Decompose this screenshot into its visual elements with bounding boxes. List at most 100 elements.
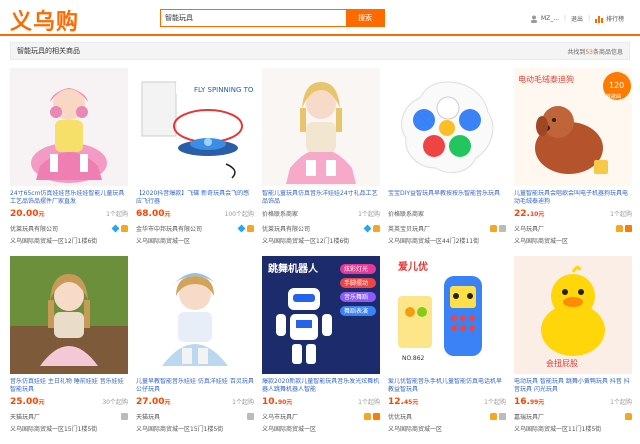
product-name[interactable]: 宝宝DIY益智玩具早教按按乐智能音乐玩具 bbox=[388, 190, 506, 206]
product-price: 12.45元 bbox=[388, 397, 418, 407]
price-value: 价格 bbox=[262, 211, 275, 218]
price-line: 25.00元 30个起购 bbox=[10, 397, 128, 407]
results-title: 智能玩具的相关商品 bbox=[17, 47, 80, 55]
product-name[interactable]: 爱儿优智能音乐手机儿童智能仿真电话机早教益智玩具 bbox=[388, 378, 506, 394]
shop-name[interactable]: 义乌玩具厂 bbox=[514, 224, 544, 233]
shop-address: 义乌国际商贸城一区44门2楼11街 bbox=[388, 238, 480, 245]
price-line: 价格联系商家 1个起购 bbox=[262, 209, 380, 218]
search-button[interactable]: 搜索 bbox=[346, 10, 384, 26]
price-unit: 联系商家 bbox=[400, 211, 425, 218]
shop-name[interactable]: 英英宝贝玩具厂 bbox=[388, 224, 430, 233]
price-line: 价格联系商家 bbox=[388, 209, 506, 218]
product-name[interactable]: 智能儿童玩具仿真音乐洋娃娃24寸礼品工艺品饰品 bbox=[262, 190, 380, 206]
product-card[interactable]: FLY SPINNING TOP 【2020抖音爆款】飞碟 新奇玩具会飞的感应飞… bbox=[136, 68, 254, 252]
product-image[interactable]: FLY SPINNING TOP bbox=[136, 68, 254, 186]
product-card[interactable]: 跳舞机器人 炫彩灯光 手脚摆动 音乐舞蹈 舞蹈表演 爆款2020新款儿童智能玩具… bbox=[262, 256, 380, 440]
product-name[interactable]: 电动玩具 智能玩具 跳舞小黄鸭玩具 抖音 抖音玩具 闪光玩具 bbox=[514, 378, 632, 394]
shop-name[interactable]: 优优玩具 bbox=[388, 412, 412, 421]
price-line: 68.00元 100个起购 bbox=[136, 209, 254, 219]
shop-name[interactable]: 优莱玩具有限公司 bbox=[262, 224, 310, 233]
badges bbox=[111, 224, 128, 233]
shop-line: 义乌玩具厂 bbox=[514, 224, 632, 233]
product-name[interactable]: 24寸65cm仿真娃娃音乐娃娃智能儿童玩具工艺品饰品摆件厂家直发 bbox=[10, 190, 128, 206]
shop-name[interactable]: 金华市中邦玩具有限公司 bbox=[136, 224, 202, 233]
product-price: 25.00元 bbox=[10, 397, 44, 407]
price-line: 10.90元 1个起购 bbox=[262, 397, 380, 407]
product-card[interactable]: 24寸65cm仿真娃娃音乐娃娃智能儿童玩具工艺品饰品摆件厂家直发 20.00元 … bbox=[10, 68, 128, 252]
product-image[interactable] bbox=[262, 68, 380, 186]
shop-address: 义乌国际商贸城一区11门1楼5街 bbox=[514, 426, 602, 433]
ranking-link[interactable]: 排行榜 bbox=[606, 14, 624, 23]
feature-label: 炫彩灯光 bbox=[344, 265, 368, 273]
product-image[interactable] bbox=[136, 256, 254, 374]
product-image[interactable] bbox=[10, 68, 128, 186]
product-image[interactable] bbox=[10, 256, 128, 374]
brand-text: 爱儿优 bbox=[398, 260, 428, 273]
banner-text: 跳舞机器人 bbox=[268, 262, 319, 275]
shop-line: 天猫玩具 bbox=[136, 412, 254, 421]
shop-name[interactable]: 优莱玩具有限公司 bbox=[10, 224, 58, 233]
crown-icon bbox=[616, 225, 623, 232]
price-value: 22. bbox=[514, 209, 530, 219]
min-order: 100个起购 bbox=[224, 211, 254, 218]
shop-address: 义乌国际商贸城一区 bbox=[514, 238, 569, 245]
badge-sub: 首歌曲 bbox=[606, 93, 621, 100]
price-line: 12.45元 1个起购 bbox=[388, 397, 506, 407]
shop-line: 天猫玩具厂 bbox=[10, 412, 128, 421]
feature-label: 舞蹈表演 bbox=[344, 307, 368, 315]
product-card[interactable]: 儿童早教智能音乐娃娃 仿真洋娃娃 百灵玩具 公仔玩具 27.00元 1个起购 天… bbox=[136, 256, 254, 440]
shop-name[interactable]: 天猫玩具 bbox=[136, 412, 160, 421]
user-name[interactable]: MZ_... bbox=[541, 15, 559, 22]
verified-icon bbox=[247, 413, 254, 420]
product-card[interactable]: 会扭屁股 电动玩具 智能玩具 跳舞小黄鸭玩具 抖音 抖音玩具 闪光玩具 16.9… bbox=[514, 256, 632, 440]
shop-name[interactable]: 义乌市玩具厂 bbox=[262, 412, 298, 421]
product-image[interactable] bbox=[388, 68, 506, 186]
product-price: 68.00元 bbox=[136, 209, 170, 219]
product-image[interactable]: 会扭屁股 bbox=[514, 256, 632, 374]
price-line: 20.00元 1个起购 bbox=[10, 209, 128, 219]
min-order: 1个起购 bbox=[484, 399, 506, 406]
product-card[interactable]: 智能儿童玩具仿真音乐洋娃娃24寸礼品工艺品饰品 价格联系商家 1个起购 优莱玩具… bbox=[262, 68, 380, 252]
product-price: 10.90元 bbox=[262, 397, 292, 407]
crown-icon bbox=[364, 413, 371, 420]
results-count: 共找到53条商品信息 bbox=[567, 47, 623, 56]
site-header: 义乌购 搜索 MZ_... | 退出 | 排行榜 bbox=[0, 0, 640, 38]
crown-icon bbox=[247, 225, 254, 232]
feature-label: 音乐舞蹈 bbox=[344, 293, 368, 301]
product-name[interactable]: 爆款2020新款儿童智能玩具音乐发光炫舞机器人跳舞机器人智能 bbox=[262, 378, 380, 394]
product-name[interactable]: 儿童智能玩具会唱歌会叫电子机器狗玩具电动毛绒泰迪狗 bbox=[514, 190, 632, 206]
logout-link[interactable]: 退出 bbox=[571, 14, 583, 23]
price-line: 27.00元 1个起购 bbox=[136, 397, 254, 407]
shop-address: 义乌国际商贸城一区15门1楼5街 bbox=[10, 426, 98, 433]
verified-icon bbox=[499, 225, 506, 232]
shop-line: 英英宝贝玩具厂 bbox=[388, 224, 506, 233]
product-grid: 24寸65cm仿真娃娃音乐娃娃智能儿童玩具工艺品饰品摆件厂家直发 20.00元 … bbox=[10, 68, 632, 440]
product-image[interactable]: 跳舞机器人 炫彩灯光 手脚摆动 音乐舞蹈 舞蹈表演 bbox=[262, 256, 380, 374]
badges bbox=[364, 413, 380, 420]
product-card[interactable]: 爱儿优 NO.862 爱儿优智能音乐手机儿童智能仿真电话机早教益智玩具 12.4… bbox=[388, 256, 506, 440]
site-logo[interactable]: 义乌购 bbox=[10, 4, 79, 36]
product-image[interactable]: 爱儿优 NO.862 bbox=[388, 256, 506, 374]
count-prefix: 共找到 bbox=[567, 48, 586, 56]
price-line: 22.10元 1个起购 bbox=[514, 209, 632, 219]
product-card[interactable]: 电动毛绒泰迪狗 120 首歌曲 儿童智能玩具会唱歌会叫电子机器狗玩具电动毛绒泰迪… bbox=[514, 68, 632, 252]
badge-number: 120 bbox=[609, 81, 624, 90]
product-name[interactable]: 音乐仿真娃娃 主日礼物 睡前娃娃 音乐娃娃 智能玩具 bbox=[10, 378, 128, 394]
price-value: 12. bbox=[388, 397, 404, 407]
product-name[interactable]: 儿童早教智能音乐娃娃 仿真洋娃娃 百灵玩具 公仔玩具 bbox=[136, 378, 254, 394]
badges bbox=[247, 413, 254, 420]
header-divider bbox=[0, 34, 640, 36]
results-bar: 智能玩具的相关商品 共找到53条商品信息 bbox=[10, 42, 630, 60]
shop-name[interactable]: 天猫玩具厂 bbox=[10, 412, 40, 421]
price-value: 16. bbox=[514, 397, 530, 407]
product-image[interactable]: 电动毛绒泰迪狗 120 首歌曲 bbox=[514, 68, 632, 186]
product-name[interactable]: 【2020抖音爆款】飞碟 新奇玩具会飞的感应飞行器 bbox=[136, 190, 254, 206]
diamond-icon bbox=[111, 224, 120, 233]
price-line: 16.99元 1个起购 bbox=[514, 397, 632, 407]
price-value: 27.00 bbox=[136, 397, 165, 407]
shop-name[interactable]: 嘉瑞玩具厂 bbox=[514, 412, 544, 421]
product-card[interactable]: 音乐仿真娃娃 主日礼物 睡前娃娃 音乐娃娃 智能玩具 25.00元 30个起购 … bbox=[10, 256, 128, 440]
search-input[interactable] bbox=[161, 10, 346, 26]
badges bbox=[237, 224, 254, 233]
product-card[interactable]: 宝宝DIY益智玩具早教按按乐智能音乐玩具 价格联系商家 英英宝贝玩具厂 义乌国际… bbox=[388, 68, 506, 252]
